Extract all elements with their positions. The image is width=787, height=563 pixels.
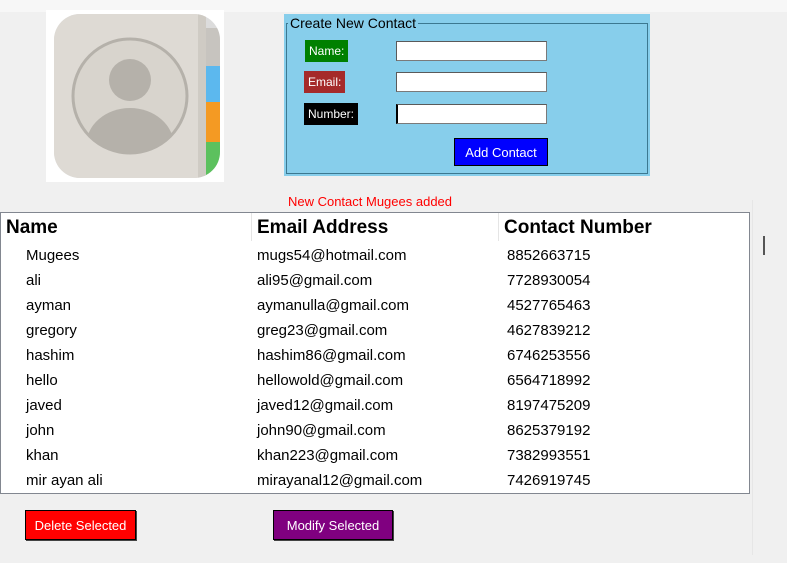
number-label: Number: xyxy=(304,103,359,125)
contacts-table[interactable]: Name Email Address Contact Number Mugees… xyxy=(0,212,750,494)
table-row[interactable]: khan khan223@gmail.com 7382993551 xyxy=(1,441,749,466)
table-row[interactable]: javed javed12@gmail.com 8197475209 xyxy=(1,391,749,416)
name-label: Name: xyxy=(305,40,349,62)
table-row[interactable]: Mugees mugs54@hotmail.com 8852663715 xyxy=(1,241,749,266)
window-divider xyxy=(752,200,753,555)
table-row[interactable]: mir ayan ali mirayanal12@gmail.com 74269… xyxy=(1,466,749,491)
table-header: Name Email Address Contact Number xyxy=(1,213,749,241)
add-contact-button[interactable]: Add Contact xyxy=(454,138,548,166)
book-page xyxy=(54,14,206,178)
modify-selected-button[interactable]: Modify Selected xyxy=(273,510,393,540)
book-tab-orange xyxy=(204,102,220,142)
status-message: New Contact Mugees added xyxy=(287,194,453,209)
email-label: Email: xyxy=(304,71,346,93)
column-header-email[interactable]: Email Address xyxy=(252,213,499,241)
table-row[interactable]: hello hellowold@gmail.com 6564718992 xyxy=(1,366,749,391)
person-icon xyxy=(71,37,189,155)
contacts-logo-icon xyxy=(46,10,224,182)
delete-selected-button[interactable]: Delete Selected xyxy=(25,510,136,540)
book-spine xyxy=(198,14,206,178)
contacts-book-icon xyxy=(54,14,220,178)
number-input[interactable] xyxy=(396,104,547,124)
book-tab-blue xyxy=(204,66,220,102)
column-header-name[interactable]: Name xyxy=(1,213,252,241)
table-row[interactable]: john john90@gmail.com 8625379192 xyxy=(1,416,749,441)
name-input[interactable] xyxy=(396,41,547,61)
table-row[interactable]: ayman aymanulla@gmail.com 4527765463 xyxy=(1,291,749,316)
cell-email: mirayanal12@gmail.com xyxy=(257,472,423,489)
scrollbar-thumb[interactable] xyxy=(763,236,765,255)
table-row[interactable]: ali ali95@gmail.com 7728930054 xyxy=(1,266,749,291)
book-tab-gray xyxy=(204,28,220,66)
create-contact-title: Create New Contact xyxy=(288,15,419,31)
column-header-number[interactable]: Contact Number xyxy=(499,213,749,241)
email-input[interactable] xyxy=(396,72,547,92)
book-tab-green xyxy=(204,142,220,178)
table-row[interactable]: hashim hashim86@gmail.com 6746253556 xyxy=(1,341,749,366)
cell-number: 7426919745 xyxy=(507,472,591,489)
table-row[interactable]: gregory greg23@gmail.com 4627839212 xyxy=(1,316,749,341)
cell-name: mir ayan ali xyxy=(26,472,103,489)
